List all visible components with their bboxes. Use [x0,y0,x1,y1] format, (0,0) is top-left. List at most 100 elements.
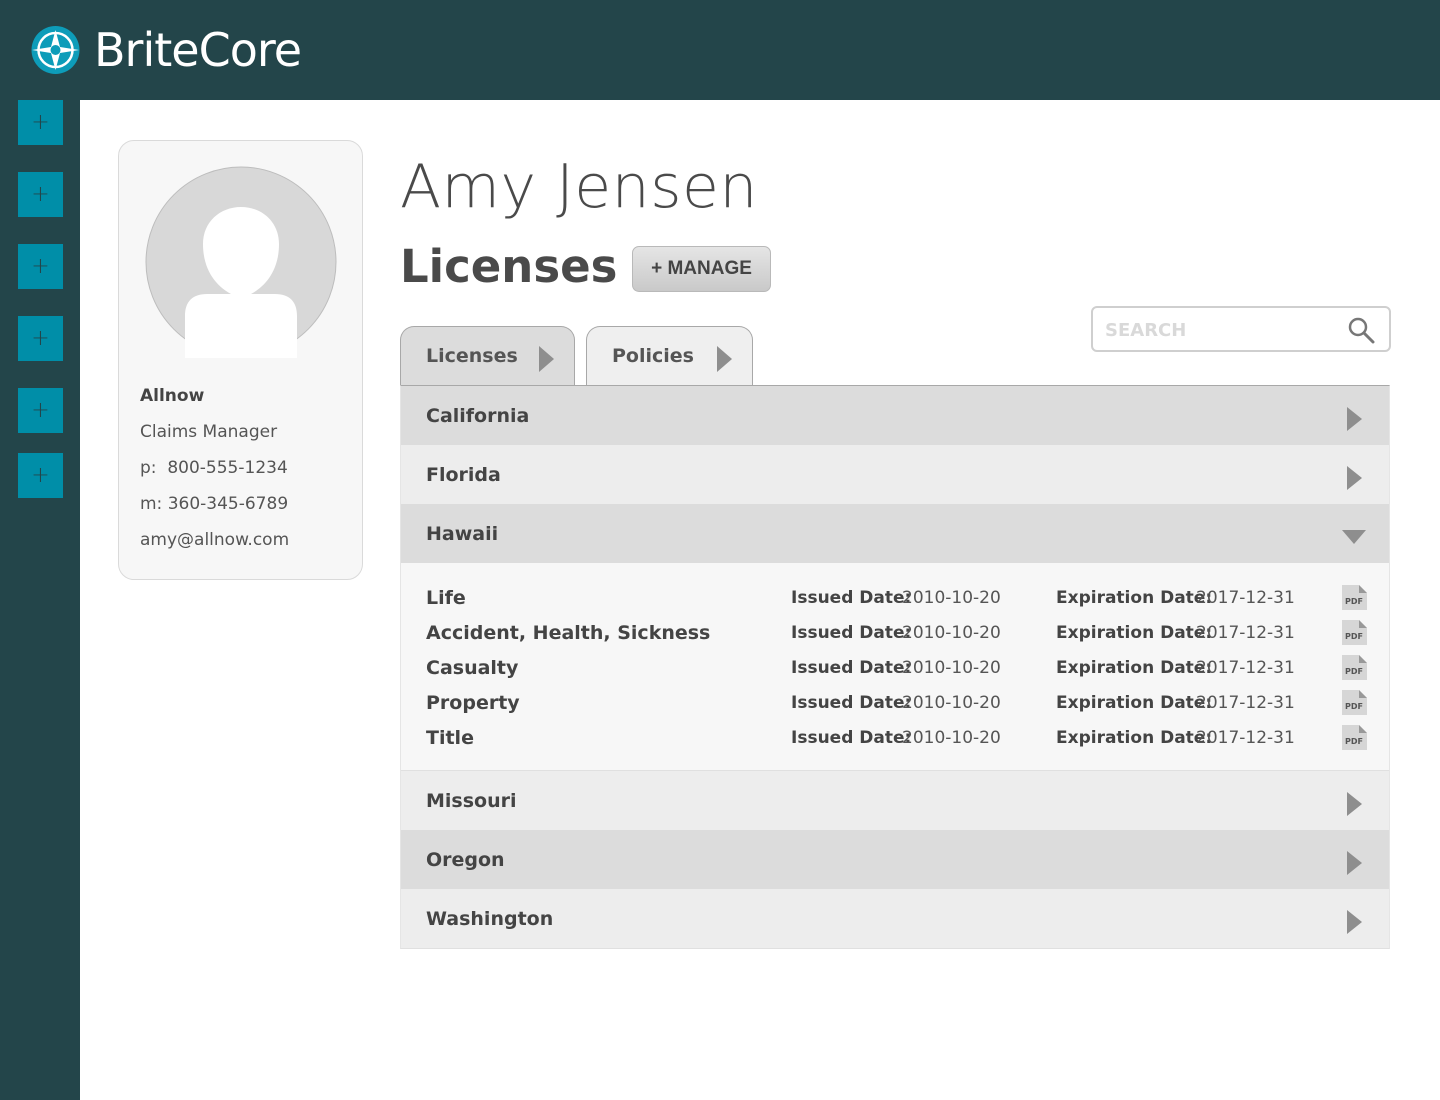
issued-date-value: 2010-10-20 [902,658,1001,678]
tab-licenses-label: Licenses [426,345,518,367]
issued-date-label: Issued Date: [791,693,912,713]
issued-date-label: Issued Date: [791,658,912,678]
profile-company: Allnow [140,386,205,406]
search-input[interactable] [1105,316,1335,344]
pdf-file-icon[interactable]: PDF [1341,724,1368,751]
plus-icon: + [31,397,50,423]
state-row-oregon[interactable]: Oregon [401,830,1389,889]
issued-date-value: 2010-10-20 [902,623,1001,643]
expiration-date-value: 2017-12-31 [1196,658,1295,678]
license-row: Casualty Issued Date: 2010-10-20 Expirat… [401,654,1391,692]
issued-date-value: 2010-10-20 [902,588,1001,608]
plus-icon: + [31,462,50,488]
pdf-file-icon[interactable]: PDF [1341,584,1368,611]
pdf-file-icon[interactable]: PDF [1341,689,1368,716]
license-name: Title [426,727,474,749]
plus-icon: + [31,325,50,351]
license-name: Property [426,692,520,714]
state-name: Florida [426,463,501,486]
state-row-florida[interactable]: Florida [401,445,1389,504]
state-row-washington[interactable]: Washington [401,889,1389,948]
chevron-right-icon [1347,466,1362,490]
sidebar-add-button-4[interactable]: + [18,316,63,361]
chevron-right-icon [1347,851,1362,875]
sidebar-add-button-6[interactable]: + [18,453,63,498]
license-name: Casualty [426,657,519,679]
license-name: Accident, Health, Sickness [426,622,711,644]
top-header: BriteCore [0,0,1440,100]
expiration-date-value: 2017-12-31 [1196,728,1295,748]
left-sidebar: + + + + + + [0,100,80,1100]
license-row: Title Issued Date: 2010-10-20 Expiration… [401,724,1391,762]
chevron-right-icon [1347,407,1362,431]
expiration-date-label: Expiration Date: [1056,623,1213,643]
expiration-date-value: 2017-12-31 [1196,693,1295,713]
plus-icon: + [31,181,50,207]
compass-logo-icon [31,26,80,74]
sidebar-add-button-3[interactable]: + [18,244,63,289]
svg-text:PDF: PDF [1345,667,1363,676]
state-name: Washington [426,907,554,930]
tab-licenses[interactable]: Licenses [400,326,575,386]
expiration-date-value: 2017-12-31 [1196,588,1295,608]
mobile-number[interactable]: 360-345-6789 [168,494,288,514]
phone-number[interactable]: 800-555-1234 [167,458,287,478]
expiration-date-label: Expiration Date: [1056,588,1213,608]
license-row: Life Issued Date: 2010-10-20 Expiration … [401,584,1391,622]
profile-mobile: m: 360-345-6789 [140,494,288,514]
license-name: Life [426,587,466,609]
search-box[interactable] [1091,306,1391,352]
state-row-hawaii[interactable]: Hawaii [401,504,1389,563]
state-name: Missouri [426,789,517,812]
chevron-right-icon [539,346,554,372]
hawaii-license-list: Life Issued Date: 2010-10-20 Expiration … [401,563,1389,771]
profile-card: Allnow Claims Manager p: 800-555-1234 m:… [118,140,363,580]
license-row: Accident, Health, Sickness Issued Date: … [401,619,1391,657]
issued-date-value: 2010-10-20 [902,693,1001,713]
sidebar-add-button-2[interactable]: + [18,172,63,217]
chevron-right-icon [1347,792,1362,816]
state-row-missouri[interactable]: Missouri [401,771,1389,830]
expiration-date-label: Expiration Date: [1056,728,1213,748]
plus-icon: + [31,253,50,279]
svg-text:PDF: PDF [1345,632,1363,641]
svg-text:PDF: PDF [1345,737,1363,746]
profile-phone: p: 800-555-1234 [140,458,288,478]
state-name: California [426,404,530,427]
section-title: Licenses [400,240,618,293]
state-name: Oregon [426,848,505,871]
profile-email[interactable]: amy@allnow.com [140,530,289,550]
issued-date-label: Issued Date: [791,623,912,643]
mobile-label: m: [140,494,163,514]
svg-text:PDF: PDF [1345,597,1363,606]
license-row: Property Issued Date: 2010-10-20 Expirat… [401,689,1391,727]
pdf-file-icon[interactable]: PDF [1341,654,1368,681]
profile-role: Claims Manager [140,422,278,442]
logo-text: BriteCore [94,23,302,77]
plus-icon: + [31,109,50,135]
issued-date-value: 2010-10-20 [902,728,1001,748]
state-licenses-accordion: California Florida Hawaii Life Issued Da… [400,385,1390,949]
expiration-date-label: Expiration Date: [1056,658,1213,678]
tab-policies-label: Policies [612,345,694,367]
tab-policies[interactable]: Policies [586,326,753,386]
chevron-right-icon [1347,910,1362,934]
state-row-california[interactable]: California [401,386,1389,445]
issued-date-label: Issued Date: [791,728,912,748]
britecore-logo[interactable]: BriteCore [27,23,302,77]
expiration-date-value: 2017-12-31 [1196,623,1295,643]
svg-text:PDF: PDF [1345,702,1363,711]
phone-label: p: [140,458,157,478]
issued-date-label: Issued Date: [791,588,912,608]
sidebar-add-button-5[interactable]: + [18,388,63,433]
person-name: Amy Jensen [400,152,758,222]
sidebar-add-button-1[interactable]: + [18,100,63,145]
avatar-placeholder-icon [145,166,337,358]
chevron-right-icon [717,346,732,372]
expiration-date-label: Expiration Date: [1056,693,1213,713]
pdf-file-icon[interactable]: PDF [1341,619,1368,646]
manage-button[interactable]: + MANAGE [632,246,771,292]
chevron-down-icon [1342,530,1366,544]
search-icon[interactable] [1347,316,1375,344]
state-name: Hawaii [426,522,499,545]
